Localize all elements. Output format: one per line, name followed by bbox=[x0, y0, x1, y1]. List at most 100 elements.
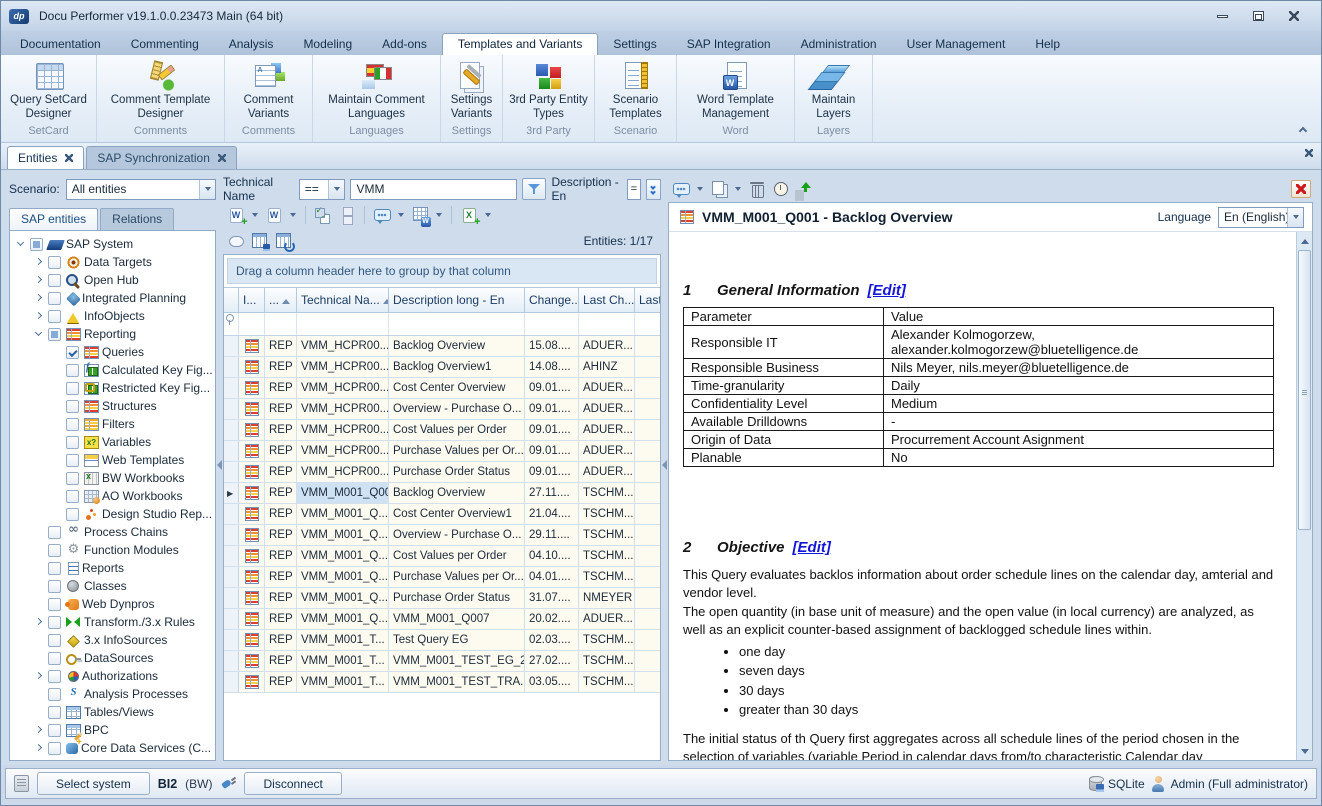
tree-item[interactable]: Authorizations bbox=[12, 667, 213, 685]
cell-technical-name[interactable]: VMM_M001_Q... bbox=[297, 525, 389, 545]
tree-checkbox[interactable] bbox=[48, 598, 61, 611]
grid-column-header[interactable]: ... bbox=[265, 288, 297, 312]
collapse-ribbon-button[interactable] bbox=[1295, 122, 1311, 136]
menu-item[interactable]: SAP Integration bbox=[672, 34, 786, 55]
tree-expand-icon[interactable] bbox=[50, 344, 64, 360]
cell-technical-name[interactable]: VMM_HCPR00... bbox=[297, 378, 389, 398]
cell-description[interactable]: Overview - Purchase O... bbox=[389, 399, 525, 419]
tree-checkbox[interactable] bbox=[66, 436, 79, 449]
tab-close-icon[interactable] bbox=[65, 154, 73, 162]
ribbon-button[interactable]: Comment Variants Comments bbox=[225, 55, 313, 142]
tree-item[interactable]: Reports bbox=[12, 559, 213, 577]
tree-checkbox[interactable] bbox=[30, 238, 43, 251]
table-row[interactable]: REP VMM_M001_T... Test Query EG 02.03...… bbox=[224, 630, 660, 651]
ribbon-button[interactable]: 3rd Party Entity Types 3rd Party bbox=[503, 55, 595, 142]
add-comment-dropdown[interactable] bbox=[395, 204, 407, 226]
menu-item[interactable]: Analysis bbox=[214, 34, 289, 55]
table-row[interactable]: REP VMM_HCPR00... Purchase Order Status … bbox=[224, 462, 660, 483]
cell-technical-name[interactable]: VMM_HCPR00... bbox=[297, 441, 389, 461]
tree-expand-icon[interactable] bbox=[32, 290, 46, 306]
tree-checkbox[interactable] bbox=[48, 724, 61, 737]
tree-checkbox[interactable] bbox=[66, 418, 79, 431]
left-tab[interactable]: SAP entities bbox=[9, 208, 98, 230]
grid-column-header[interactable]: Last ... bbox=[635, 288, 660, 312]
tree-item[interactable]: Web Dynpros bbox=[12, 595, 213, 613]
chevron-down-icon[interactable] bbox=[199, 180, 215, 199]
cell-description[interactable]: Test Query EG bbox=[389, 630, 525, 650]
table-row[interactable]: REP VMM_HCPR00... Cost Center Overview 0… bbox=[224, 378, 660, 399]
tree-item[interactable]: DataSources bbox=[12, 649, 213, 667]
tree-checkbox[interactable] bbox=[48, 256, 61, 269]
cell-description[interactable]: Backlog Overview bbox=[389, 336, 525, 356]
ribbon-button[interactable]: Word Template Management Word bbox=[677, 55, 795, 142]
generate-word-button[interactable] bbox=[225, 204, 247, 226]
doc-comment-dropdown[interactable] bbox=[694, 178, 706, 200]
generate-word-dropdown[interactable] bbox=[249, 204, 261, 226]
tree-checkbox[interactable] bbox=[48, 274, 61, 287]
tree-checkbox[interactable] bbox=[48, 580, 61, 593]
tree-item[interactable]: Integrated Planning bbox=[12, 289, 213, 307]
ribbon-button[interactable]: Settings Variants Settings bbox=[441, 55, 503, 142]
filter-cell[interactable] bbox=[265, 313, 297, 335]
filter-cell[interactable] bbox=[239, 313, 265, 335]
tree-checkbox[interactable] bbox=[48, 634, 61, 647]
close-document-button[interactable] bbox=[1291, 180, 1311, 198]
tree-expand-icon[interactable] bbox=[32, 272, 46, 288]
right-splitter[interactable] bbox=[661, 176, 668, 761]
cell-technical-name[interactable]: VMM_M001_Q... bbox=[297, 609, 389, 629]
cell-description[interactable]: VMM_M001_TEST_EG_2 bbox=[389, 651, 525, 671]
tree-expand-icon[interactable] bbox=[50, 470, 64, 486]
tree-checkbox[interactable] bbox=[48, 310, 61, 323]
scroll-down-icon[interactable] bbox=[1297, 743, 1312, 759]
tree-expand-icon[interactable] bbox=[50, 434, 64, 450]
add-comment-button[interactable] bbox=[371, 204, 393, 226]
language-combobox[interactable]: En (English) bbox=[1218, 207, 1304, 228]
tree-expand-icon[interactable] bbox=[32, 326, 46, 342]
tree-item[interactable]: AO Workbooks bbox=[12, 487, 213, 505]
document-tab[interactable]: SAP Synchronization bbox=[86, 146, 237, 169]
save-grid-layout-button[interactable] bbox=[249, 230, 271, 252]
filter-cell[interactable] bbox=[525, 313, 579, 335]
refresh-grid-button[interactable] bbox=[273, 230, 295, 252]
tree-expand-icon[interactable] bbox=[50, 416, 64, 432]
cell-description[interactable]: Backlog Overview1 bbox=[389, 357, 525, 377]
doc-copy-button[interactable] bbox=[708, 178, 730, 200]
grid-column-header[interactable]: Description long - En bbox=[389, 288, 525, 312]
cell-description[interactable]: Overview - Purchase O... bbox=[389, 525, 525, 545]
tree-expand-icon[interactable] bbox=[50, 452, 64, 468]
tree-item[interactable]: Variables bbox=[12, 433, 213, 451]
tree-checkbox[interactable] bbox=[48, 562, 61, 575]
tree-checkbox[interactable] bbox=[66, 472, 79, 485]
tree-expand-icon[interactable] bbox=[32, 632, 46, 648]
left-splitter[interactable] bbox=[216, 176, 223, 761]
doc-copy-dropdown[interactable] bbox=[732, 178, 744, 200]
chevron-down-icon[interactable] bbox=[328, 180, 344, 199]
table-row[interactable]: REP VMM_M001_Q... Overview - Purchase O.… bbox=[224, 525, 660, 546]
table-row[interactable]: REP VMM_HCPR00... Backlog Overview 15.08… bbox=[224, 336, 660, 357]
cell-technical-name[interactable]: VMM_HCPR00... bbox=[297, 420, 389, 440]
tree-checkbox[interactable] bbox=[66, 490, 79, 503]
tree-checkbox[interactable] bbox=[48, 688, 61, 701]
menu-item[interactable]: Commenting bbox=[116, 34, 214, 55]
excel-export-button[interactable] bbox=[458, 204, 480, 226]
filter-cell[interactable] bbox=[579, 313, 635, 335]
cell-description[interactable]: Purchase Order Status bbox=[389, 588, 525, 608]
description-operator-box[interactable]: = bbox=[627, 179, 641, 200]
table-row[interactable]: REP VMM_M001_Q... Purchase Order Status … bbox=[224, 588, 660, 609]
disconnect-button[interactable]: Disconnect bbox=[244, 772, 341, 795]
tree-checkbox[interactable] bbox=[48, 706, 61, 719]
scroll-up-icon[interactable] bbox=[1297, 233, 1312, 249]
tree-item[interactable]: InfoObjects bbox=[12, 307, 213, 325]
tree-checkbox[interactable] bbox=[48, 526, 61, 539]
tree-checkbox[interactable] bbox=[48, 616, 61, 629]
cell-technical-name[interactable]: VMM_M001_Q001 bbox=[297, 483, 389, 503]
left-tab[interactable]: Relations bbox=[100, 208, 174, 230]
cell-technical-name[interactable]: VMM_HCPR00... bbox=[297, 336, 389, 356]
tab-close-icon[interactable] bbox=[218, 154, 226, 162]
tree-item[interactable]: Web Templates bbox=[12, 451, 213, 469]
cell-description[interactable]: Cost Values per Order bbox=[389, 420, 525, 440]
word-table-dropdown[interactable] bbox=[433, 204, 445, 226]
tree-expand-icon[interactable] bbox=[32, 740, 46, 756]
tree-expand-icon[interactable] bbox=[32, 704, 46, 720]
doc-upload-button[interactable] bbox=[794, 178, 816, 200]
